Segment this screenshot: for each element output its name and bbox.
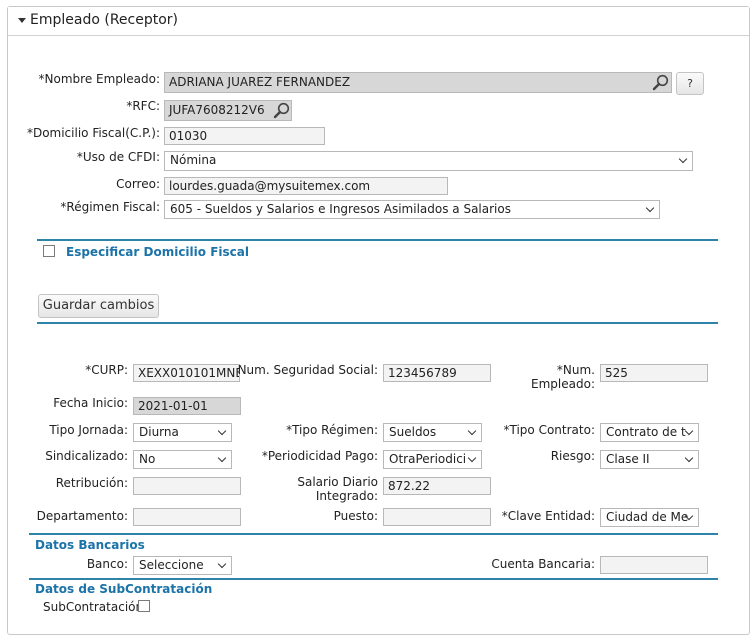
- nss-label: Num. Seguridad Social:: [237, 363, 378, 377]
- retribucion-field[interactable]: [133, 477, 241, 495]
- panel-title: Empleado (Receptor): [30, 12, 178, 28]
- sindicalizado-select[interactable]: No: [133, 450, 232, 469]
- sindicalizado-value: No: [139, 452, 156, 466]
- regimen-fiscal-value: 605 - Sueldos y Salarios e Ingresos Asim…: [170, 202, 511, 216]
- tipo-jornada-value: Diurna: [139, 425, 179, 439]
- periodicidad-pago-label: *Periodicidad Pago:: [261, 449, 378, 463]
- tipo-regimen-select[interactable]: Sueldos: [383, 423, 482, 442]
- search-icon[interactable]: [652, 74, 670, 92]
- guardar-cambios-button[interactable]: Guardar cambios: [38, 294, 159, 318]
- collapse-triangle-icon[interactable]: [18, 18, 26, 23]
- subcontratacion-title: Datos de SubContratación: [35, 582, 213, 596]
- help-button[interactable]: ?: [676, 72, 704, 95]
- banco-label: Banco:: [86, 557, 128, 571]
- regimen-fiscal-select[interactable]: 605 - Sueldos y Salarios e Ingresos Asim…: [164, 200, 660, 219]
- num-empleado-field[interactable]: 525: [600, 364, 708, 382]
- chevron-down-icon: [467, 426, 477, 436]
- subcontratacion-checkbox[interactable]: [138, 600, 150, 612]
- salario-diario-label: Salario Diario Integrado:: [297, 475, 378, 503]
- puesto-label: Puesto:: [333, 509, 378, 523]
- curp-label: *CURP:: [85, 363, 128, 377]
- clave-entidad-value: Ciudad de Me: [606, 510, 689, 524]
- rfc-label: *RFC:: [126, 99, 160, 113]
- tipo-contrato-value: Contrato de t: [606, 425, 686, 439]
- nombre-empleado-label: *Nombre Empleado:: [38, 72, 160, 86]
- uso-cfdi-value: Nómina: [170, 153, 217, 167]
- subcontratacion-label: SubContratación: [43, 600, 144, 614]
- tipo-regimen-label: *Tipo Régimen:: [286, 423, 378, 437]
- tipo-contrato-label: *Tipo Contrato:: [503, 423, 595, 437]
- puesto-field[interactable]: [383, 508, 491, 526]
- uso-cfdi-label: *Uso de CFDI:: [76, 150, 160, 164]
- nombre-empleado-field[interactable]: ADRIANA JUAREZ FERNANDEZ: [164, 72, 672, 93]
- panel-header[interactable]: Empleado (Receptor): [8, 7, 749, 36]
- departamento-label: Departamento:: [36, 509, 128, 523]
- fecha-inicio-label: Fecha Inicio:: [53, 396, 128, 410]
- num-empleado-label: *Num. Empleado:: [531, 363, 595, 391]
- departamento-field[interactable]: [133, 508, 241, 526]
- chevron-down-icon: [217, 559, 227, 569]
- chevron-down-icon: [217, 453, 227, 463]
- banco-value: Seleccione: [139, 558, 204, 572]
- chevron-down-icon: [645, 203, 655, 213]
- uso-cfdi-select[interactable]: Nómina: [164, 151, 693, 171]
- section-divider: [37, 322, 718, 324]
- correo-label: Correo:: [116, 177, 160, 191]
- especificar-domicilio-label[interactable]: Especificar Domicilio Fiscal: [66, 245, 249, 259]
- fecha-inicio-field[interactable]: 2021-01-01: [133, 397, 241, 415]
- datos-bancarios-title: Datos Bancarios: [35, 538, 145, 552]
- chevron-down-icon: [678, 154, 688, 164]
- sindicalizado-label: Sindicalizado:: [45, 449, 128, 463]
- tipo-jornada-select[interactable]: Diurna: [133, 423, 232, 442]
- clave-entidad-select[interactable]: Ciudad de Me: [600, 508, 699, 527]
- chevron-down-icon: [217, 426, 227, 436]
- domicilio-fiscal-label: *Domicilio Fiscal(C.P.):: [26, 126, 160, 140]
- rfc-search-icon[interactable]: [273, 102, 291, 120]
- riesgo-value: Clase II: [606, 452, 650, 466]
- tipo-regimen-value: Sueldos: [389, 425, 437, 439]
- domicilio-fiscal-field[interactable]: 01030: [164, 127, 325, 145]
- periodicidad-pago-select[interactable]: OtraPeriodici: [383, 450, 482, 469]
- tipo-contrato-select[interactable]: Contrato de t: [600, 423, 699, 442]
- riesgo-label: Riesgo:: [550, 449, 595, 463]
- salario-diario-field[interactable]: 872.22: [383, 477, 491, 495]
- chevron-down-icon: [684, 426, 694, 436]
- riesgo-select[interactable]: Clase II: [600, 450, 699, 469]
- tipo-jornada-label: Tipo Jornada:: [49, 423, 128, 437]
- bancarios-divider: [29, 533, 718, 535]
- correo-field[interactable]: lourdes.guada@mysuitemex.com: [164, 177, 448, 195]
- clave-entidad-label: *Clave Entidad:: [501, 509, 595, 523]
- chevron-down-icon: [684, 453, 694, 463]
- subcontratacion-divider: [29, 578, 718, 580]
- cuenta-bancaria-label: Cuenta Bancaria:: [491, 557, 595, 571]
- cuenta-bancaria-field[interactable]: [600, 556, 708, 574]
- periodicidad-pago-value: OtraPeriodici: [389, 452, 467, 466]
- curp-field[interactable]: XEXX010101MNEX: [133, 364, 240, 382]
- nss-field[interactable]: 123456789: [383, 364, 491, 382]
- regimen-fiscal-label: *Régimen Fiscal:: [60, 200, 160, 214]
- especificar-domicilio-checkbox[interactable]: [43, 245, 55, 257]
- chevron-down-icon: [467, 453, 477, 463]
- section-divider: [37, 239, 718, 241]
- banco-select[interactable]: Seleccione: [133, 556, 232, 575]
- retribucion-label: Retribución:: [55, 476, 128, 490]
